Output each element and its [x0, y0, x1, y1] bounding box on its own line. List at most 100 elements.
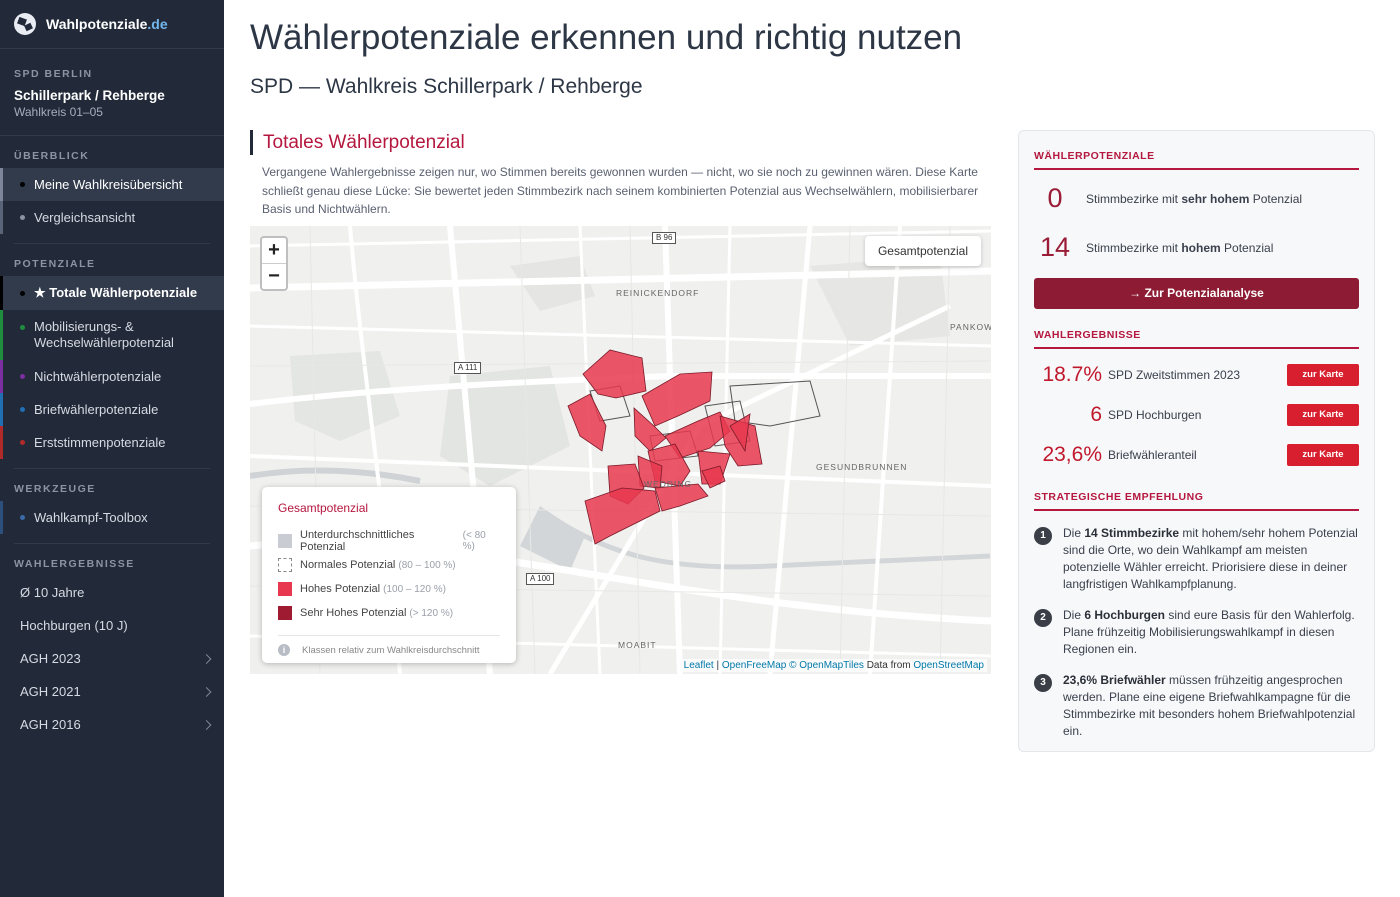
bullet-icon	[20, 325, 25, 330]
legend-title: Gesamtpotenzial	[278, 501, 369, 515]
results-list: 18.7% SPD Zweitstimmen 2023 zur Karte 6 …	[1034, 355, 1359, 475]
road-badge-b96: B 96	[652, 232, 677, 244]
result-row: 6 SPD Hochburgen zur Karte	[1034, 395, 1359, 435]
district-sub: Wahlkreis 01–05	[14, 105, 103, 119]
legend-label: Hohes Potenzial	[300, 583, 381, 595]
nav-accent	[0, 360, 3, 393]
legend-note-text: Klassen relativ zum Wahlkreisdurchschnit…	[302, 644, 480, 656]
layer-button[interactable]: Gesamtpotenzial	[864, 236, 981, 266]
road-badge-a100: A 100	[526, 573, 555, 585]
sidebar: Wahlpotenziale.de SPD BERLIN Schillerpar…	[0, 0, 224, 897]
sidebar-item-total-potential[interactable]: ★ Totale Wählerpotenziale	[0, 276, 224, 310]
nav-tools: WERKZEUGE Wahlkampf-Toolbox	[0, 469, 224, 544]
sidebar-item-agh2021[interactable]: AGH 2021	[0, 675, 224, 708]
nav-overview: ÜBERBLICK Meine Wahlkreisübersicht Vergl…	[0, 136, 224, 244]
canal	[250, 467, 421, 484]
tiles-link[interactable]: OpenFreeMap © OpenMapTiles	[722, 660, 864, 671]
sidebar-item-label: Meine Wahlkreisübersicht	[34, 177, 183, 192]
page-title: Wählerpotenziale erkennen und richtig nu…	[250, 18, 963, 57]
bullet-icon	[20, 407, 25, 412]
result-value: 23,6%	[1042, 443, 1102, 466]
legend-swatch	[278, 582, 292, 596]
nav-accent	[0, 501, 3, 534]
stat-value: 0	[1047, 183, 1063, 213]
map-attribution: Leaflet | OpenFreeMap © OpenMapTiles Dat…	[680, 659, 987, 672]
sidebar-item-hochburgen[interactable]: Hochburgen (10 J)	[0, 609, 224, 642]
nav-accent	[0, 426, 3, 459]
section-label-results: WAHLERGEBNISSE	[14, 558, 135, 570]
section-intro: Vergangene Wahlergebnisse zeigen nur, wo…	[262, 165, 979, 216]
potential-analysis-button[interactable]: → Zur Potenzialanalyse	[1034, 278, 1359, 309]
show-on-map-button[interactable]: zur Karte	[1287, 404, 1359, 426]
step-number: 1	[1034, 527, 1052, 545]
sidebar-item-agh2016[interactable]: AGH 2016	[0, 708, 224, 741]
map-label-reinickendorf: REINICKENDORF	[616, 288, 700, 298]
brand[interactable]: Wahlpotenziale.de	[0, 0, 224, 49]
stat-very-high: 0 Stimmbezirke mit sehr hohem Potenzial	[1034, 174, 1359, 223]
bullet-icon	[20, 182, 25, 187]
nav-accent	[0, 168, 3, 201]
recommendation-text: Die 6 Hochburgen sind eure Basis für den…	[1063, 608, 1355, 656]
map-label-moabit: MOABIT	[618, 640, 657, 650]
legend-swatch	[278, 606, 292, 620]
zoom-in-button[interactable]: +	[262, 238, 286, 264]
brand-name: Wahlpotenziale.de	[46, 16, 168, 32]
bullet-icon	[20, 440, 25, 445]
recommendation: 2 Die 6 Hochburgen sind eure Basis für d…	[1034, 607, 1359, 658]
bullet-icon	[20, 215, 25, 220]
attribution-text: Data from	[863, 660, 914, 671]
panel-head-potentials: WÄHLERPOTENZIALE	[1034, 150, 1359, 170]
attribution-sep: |	[713, 660, 722, 671]
recommendation-text: Die 14 Stimmbezirke mit hohem/sehr hohem…	[1063, 526, 1358, 591]
nav-potentials: POTENZIALE ★ Totale Wählerpotenziale Mob…	[0, 244, 224, 469]
sidebar-item-label: ★ Totale Wählerpotenziale	[34, 285, 198, 300]
sidebar-item-toolbox[interactable]: Wahlkampf-Toolbox	[0, 501, 224, 534]
sidebar-item-avg10[interactable]: Ø 10 Jahre	[0, 576, 224, 609]
section-label-potentials: POTENZIALE	[14, 258, 96, 270]
party-label: SPD BERLIN	[14, 68, 93, 80]
show-on-map-button[interactable]: zur Karte	[1287, 444, 1359, 466]
nav-accent	[0, 310, 3, 360]
leaflet-link[interactable]: Leaflet	[684, 660, 714, 671]
nav-accent	[0, 201, 3, 234]
sidebar-item-label: Hochburgen (10 J)	[20, 618, 128, 633]
map-label-wedding: WEDDING	[644, 479, 693, 489]
stat-text: Stimmbezirke mit hohem Potenzial	[1086, 240, 1274, 255]
result-value: 18.7%	[1042, 363, 1102, 386]
info-icon: i	[278, 644, 290, 656]
sidebar-item-label: AGH 2023	[20, 651, 81, 666]
sidebar-item-overview[interactable]: Meine Wahlkreisübersicht	[0, 168, 224, 201]
sidebar-item-label: Nichtwählerpotenziale	[34, 369, 162, 384]
sidebar-item-nichtwaehler[interactable]: Nichtwählerpotenziale	[0, 360, 224, 393]
panel-head-results: WAHLERGEBNISSE	[1034, 329, 1359, 349]
map[interactable]: REINICKENDORF PANKOW GESUNDBRUNNEN WEDDI…	[250, 226, 991, 674]
sidebar-item-briefwaehler[interactable]: Briefwählerpotenziale	[0, 393, 224, 426]
legend-label: Normales Potenzial	[300, 559, 396, 571]
result-label: SPD Zweitstimmen 2023	[1108, 368, 1241, 382]
sidebar-item-label: AGH 2021	[20, 684, 81, 699]
nav-accent	[0, 276, 3, 310]
step-number: 3	[1034, 674, 1052, 692]
map-label-gesundbrunnen: GESUNDBRUNNEN	[816, 462, 908, 472]
chevron-right-icon	[201, 653, 212, 664]
section-label-overview: ÜBERBLICK	[14, 150, 90, 162]
legend-item: Unterdurchschnittliches Potenzial (< 80 %…	[278, 529, 500, 553]
sidebar-item-label: Briefwählerpotenziale	[34, 402, 159, 417]
legend-range: (< 80 %)	[462, 530, 486, 552]
recommendation: 1 Die 14 Stimmbezirke mit hohem/sehr hoh…	[1034, 525, 1359, 593]
section-title: Totales Wählerpotenzial	[250, 130, 465, 155]
bullet-icon	[20, 374, 25, 379]
stat-high: 14 Stimmbezirke mit hohem Potenzial	[1034, 223, 1359, 272]
panel-head-strategy: STRATEGISCHE EMPFEHLUNG	[1034, 491, 1359, 511]
stat-value: 14	[1039, 232, 1071, 262]
sidebar-item-mobilisierung[interactable]: Mobilisierungs- & Wechselwählerpotenzial	[0, 310, 224, 360]
zoom-out-button[interactable]: −	[262, 264, 286, 290]
sidebar-item-erststimmen[interactable]: Erststimmenpotenziale	[0, 426, 224, 459]
osm-link[interactable]: OpenStreetMap	[913, 660, 984, 671]
chevron-right-icon	[201, 719, 212, 730]
sidebar-item-agh2023[interactable]: AGH 2023	[0, 642, 224, 675]
recommendation-text: 23,6% Briefwähler müssen frühzeitig ange…	[1063, 673, 1356, 738]
sidebar-item-compare[interactable]: Vergleichsansicht	[0, 201, 224, 234]
show-on-map-button[interactable]: zur Karte	[1287, 364, 1359, 386]
result-row: 23,6% Briefwähleranteil zur Karte	[1034, 435, 1359, 475]
